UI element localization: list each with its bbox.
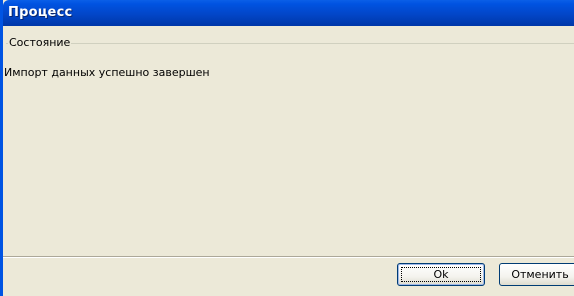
ok-button[interactable]: Ok xyxy=(397,263,485,286)
status-message: Импорт данных успешно завершен xyxy=(4,66,210,79)
window-title: Процесс xyxy=(8,5,73,20)
button-bar xyxy=(3,256,574,296)
status-group-label: Состояние xyxy=(8,36,72,49)
cancel-button-label: Отменить xyxy=(511,268,569,281)
ok-button-label: Ok xyxy=(433,268,449,281)
process-dialog: Процесс Состояние Импорт данных успешно … xyxy=(0,0,574,296)
cancel-button[interactable]: Отменить xyxy=(499,263,574,286)
title-bar[interactable]: Процесс xyxy=(3,0,574,26)
